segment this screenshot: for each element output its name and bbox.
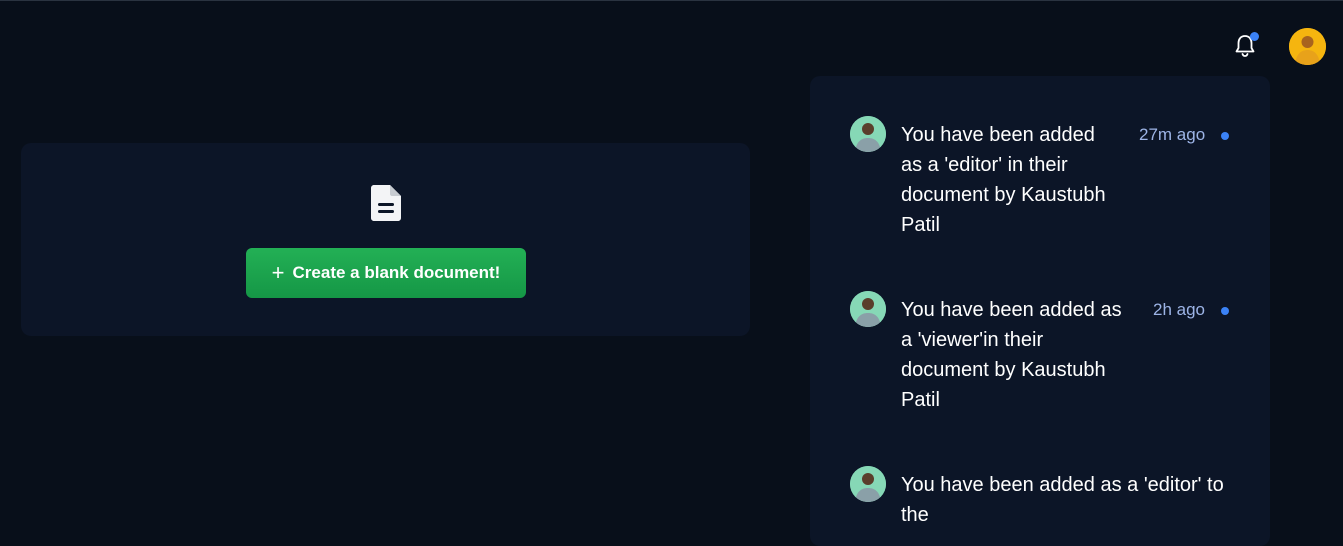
unread-indicator	[1250, 32, 1259, 41]
unread-dot	[1221, 132, 1229, 140]
plus-icon: +	[271, 260, 285, 285]
notification-message: You have been added as a 'editor' to the	[901, 474, 1224, 526]
create-blank-document-button[interactable]: + Create a blank document!	[246, 248, 526, 298]
notification-message: You have been added as a 'viewer'in thei…	[901, 299, 1122, 411]
notification-message: You have been added as a 'editor' in the…	[901, 124, 1106, 236]
notifications-panel[interactable]: You have been added as a 'editor' in the…	[810, 76, 1270, 546]
avatar-image	[1289, 28, 1326, 65]
create-document-card	[21, 143, 750, 336]
create-button-label: Create a blank document!	[292, 263, 501, 282]
user-avatar[interactable]	[1289, 28, 1326, 65]
notification-time: 27m ago	[1139, 125, 1206, 144]
top-border	[0, 0, 1343, 1]
sender-avatar	[850, 116, 886, 152]
notification-time: 2h ago	[1153, 300, 1205, 319]
document-icon	[371, 185, 401, 221]
sender-avatar	[850, 291, 886, 327]
unread-dot	[1221, 307, 1229, 315]
sender-avatar	[850, 466, 886, 502]
